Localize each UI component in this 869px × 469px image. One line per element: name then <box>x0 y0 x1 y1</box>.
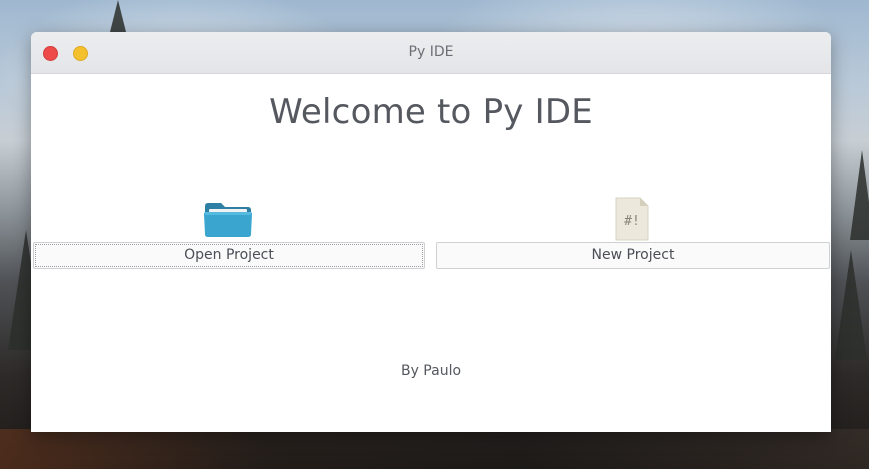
background-ground <box>0 429 869 469</box>
author-credit: By Paulo <box>400 363 462 379</box>
script-file-icon: #! <box>615 197 649 241</box>
app-window: Py IDE Welcome to Py IDE #! Open Project… <box>31 32 831 432</box>
title-bar[interactable]: Py IDE <box>31 32 831 74</box>
desktop-background: Py IDE Welcome to Py IDE #! Open Project… <box>0 0 869 469</box>
background-tree <box>850 150 869 240</box>
background-tree <box>835 250 867 360</box>
file-icon-glyph: #! <box>624 214 640 229</box>
new-project-button[interactable]: New Project <box>436 242 830 269</box>
window-title: Py IDE <box>408 44 454 60</box>
folder-icon <box>204 203 252 237</box>
open-project-button[interactable]: Open Project <box>33 242 425 269</box>
welcome-heading: Welcome to Py IDE <box>269 92 593 132</box>
